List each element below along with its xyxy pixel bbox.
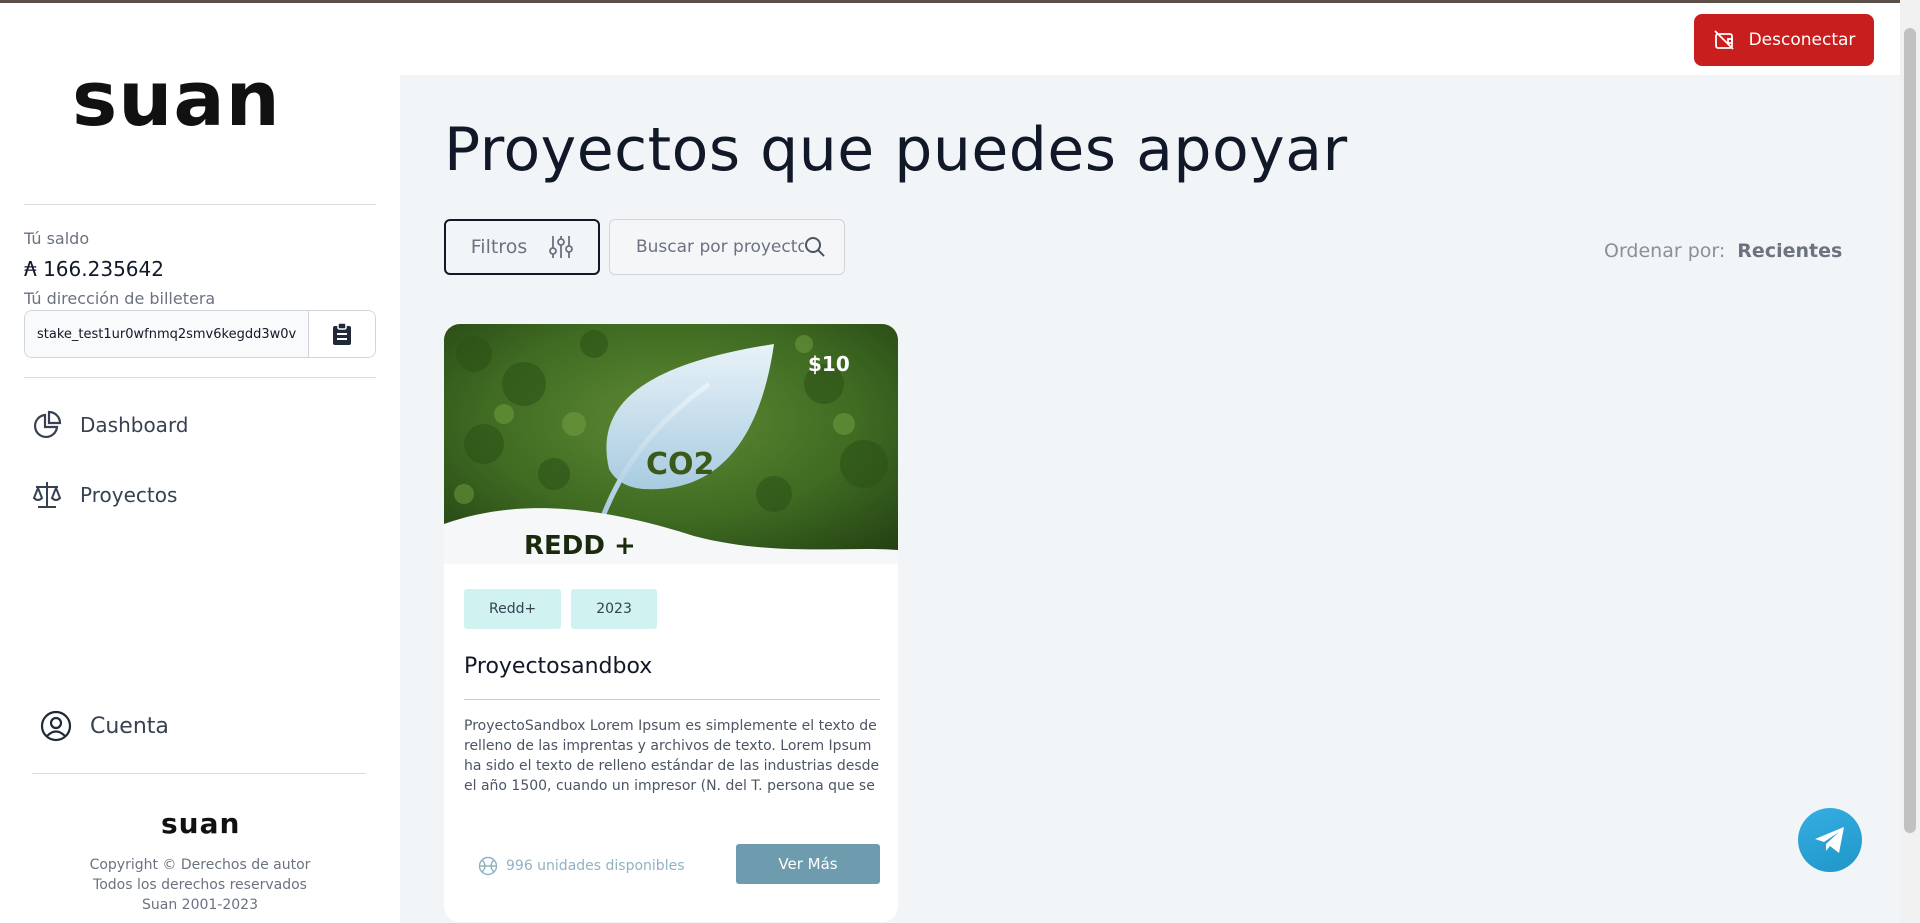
- ver-mas-button[interactable]: Ver Más: [736, 844, 880, 884]
- suan-logo: suan: [72, 54, 281, 143]
- footer-line: Copyright © Derechos de autor: [89, 857, 311, 873]
- scale-icon: [32, 482, 62, 508]
- basketball-icon: [478, 856, 498, 876]
- tag-badge: 2023: [571, 589, 657, 629]
- footer-line: Suan 2001-2023: [142, 897, 258, 913]
- footer-line: Todos los derechos reservados: [93, 877, 307, 893]
- scrollbar[interactable]: [1900, 0, 1920, 923]
- divider: [32, 773, 366, 774]
- user-circle-icon: [40, 710, 72, 742]
- sort-control: Ordenar por: Recientes: [1604, 240, 1842, 262]
- sidebar-item-proyectos[interactable]: Proyectos: [32, 480, 177, 510]
- project-title: Proyectosandbox: [464, 654, 653, 679]
- divider: [24, 204, 376, 205]
- pie-chart-icon: [33, 410, 62, 439]
- scrollbar-thumb[interactable]: [1904, 28, 1916, 833]
- tag-badge: Redd+: [464, 589, 562, 629]
- sidebar-item-dashboard[interactable]: Dashboard: [32, 410, 189, 440]
- filters-button[interactable]: Filtros: [444, 219, 600, 275]
- search-icon[interactable]: [804, 236, 826, 258]
- svg-text:REDD +: REDD +: [524, 531, 636, 561]
- wallet-label: Tú dirección de billetera: [24, 289, 216, 308]
- search-box: [609, 219, 845, 275]
- sort-select[interactable]: Recientes: [1737, 240, 1842, 262]
- disconnect-label: Desconectar: [1748, 30, 1856, 50]
- clipboard-icon: [333, 322, 351, 345]
- balance-label: Tú saldo: [24, 229, 90, 248]
- sidebar-item-label: Dashboard: [80, 413, 189, 437]
- sort-label: Ordenar por:: [1604, 240, 1726, 262]
- telegram-button[interactable]: [1798, 808, 1862, 872]
- wallet-address-field[interactable]: [25, 311, 309, 357]
- sidebar-item-cuenta[interactable]: Cuenta: [40, 710, 169, 742]
- balance-value: ₳ 166.235642: [24, 257, 164, 281]
- wallet-address-group: [24, 310, 376, 358]
- page-title: Proyectos que puedes apoyar: [444, 115, 1348, 185]
- sidebar-item-label: Cuenta: [90, 713, 169, 739]
- sidebar-item-label: Proyectos: [80, 483, 178, 507]
- sliders-icon: [549, 236, 574, 258]
- project-price: $10: [808, 352, 850, 376]
- sidebar: suan Tú saldo ₳ 166.235642 Tú dirección …: [0, 3, 400, 923]
- project-tags: Redd+ 2023: [464, 589, 657, 629]
- divider: [24, 377, 376, 378]
- telegram-icon: [1815, 827, 1844, 853]
- project-description: ProyectoSandbox Lorem Ipsum es simplemen…: [464, 718, 880, 794]
- footer-copyright: Copyright © Derechos de autor Todos los …: [0, 855, 400, 915]
- filters-label: Filtros: [470, 236, 528, 258]
- units-label: 996 unidades disponibles: [506, 858, 685, 874]
- svg-text:CO2: CO2: [646, 447, 714, 482]
- disconnect-button[interactable]: Desconectar: [1694, 14, 1874, 66]
- search-input[interactable]: [636, 237, 804, 257]
- divider: [464, 699, 880, 700]
- units-available: 996 unidades disponibles: [478, 856, 685, 876]
- project-card: CO2 REDD + $10 Redd+ 2023 Proyectosandbo…: [444, 324, 898, 922]
- wallet-off-icon: [1713, 30, 1734, 50]
- copy-wallet-button[interactable]: [309, 311, 375, 357]
- footer-logo: suan: [161, 807, 241, 840]
